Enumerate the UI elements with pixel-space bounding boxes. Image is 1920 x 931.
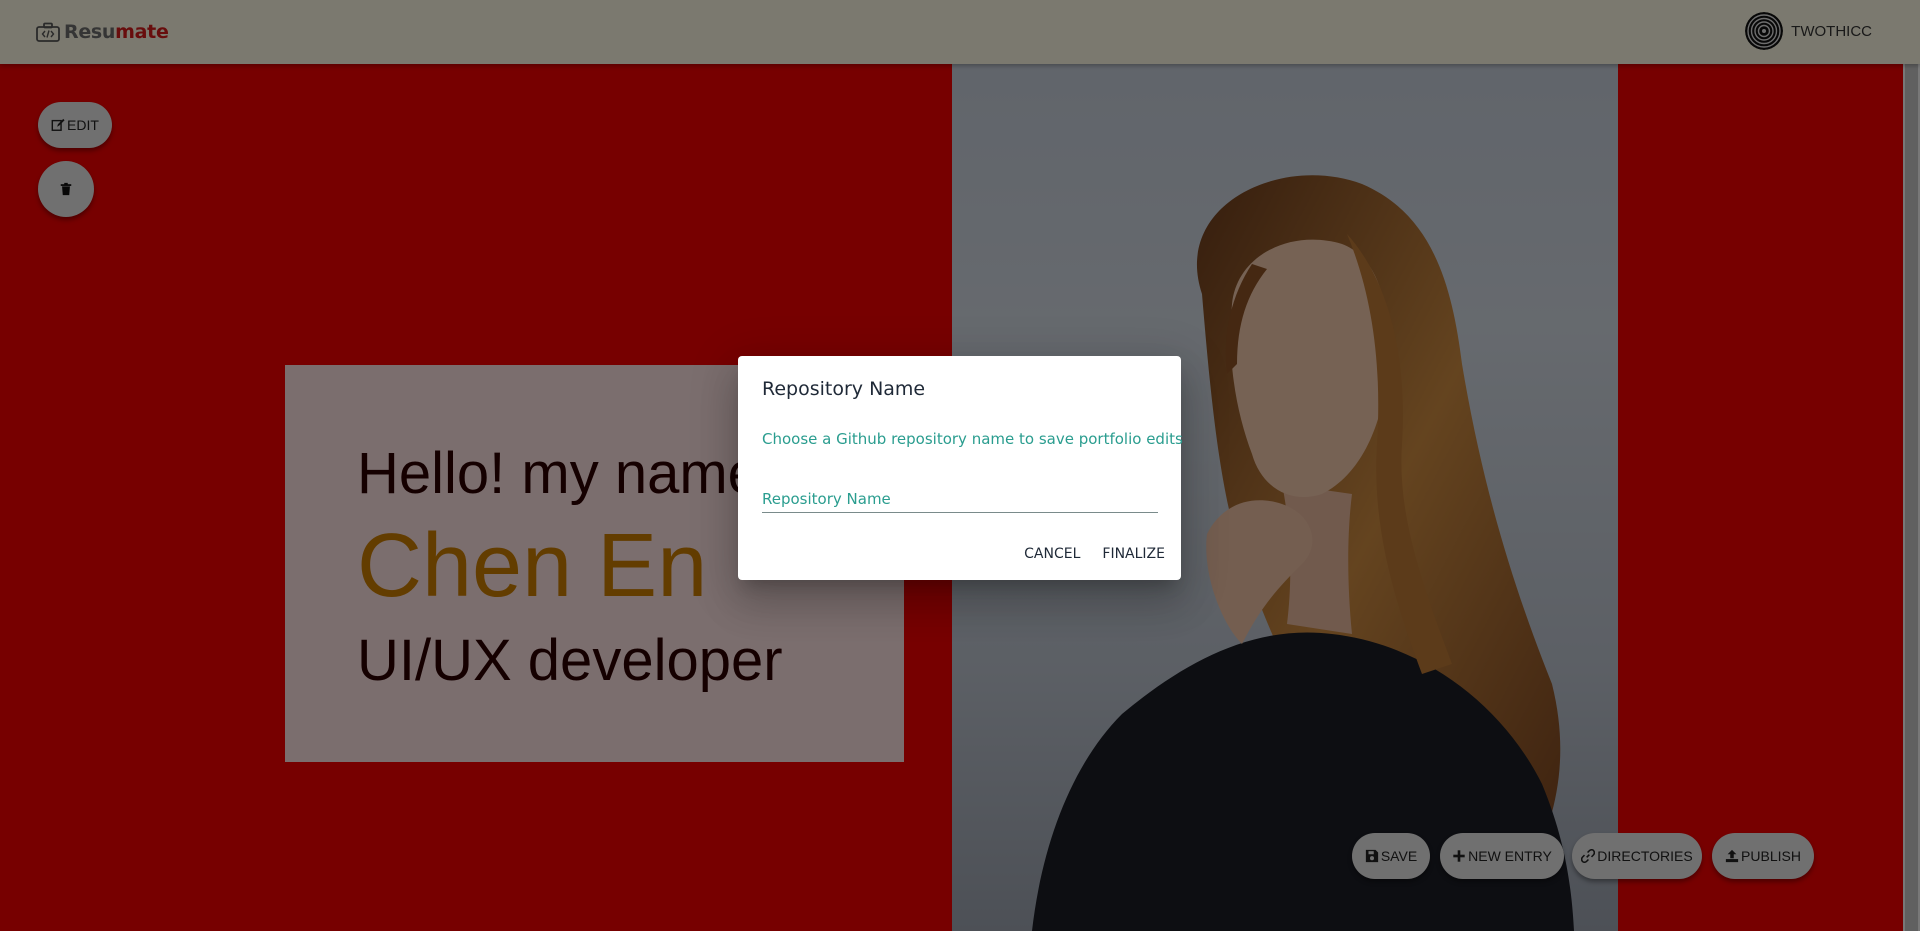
dialog-title: Repository Name [762,378,926,400]
repository-name-dialog: Repository Name Choose a Github reposito… [738,356,1183,580]
repository-name-input[interactable] [762,486,1158,513]
cancel-button[interactable]: CANCEL [1024,546,1080,562]
dialog-description: Choose a Github repository name to save … [762,430,1183,448]
finalize-button[interactable]: FINALIZE [1102,546,1165,562]
dialog-actions: CANCEL FINALIZE [1024,546,1165,562]
